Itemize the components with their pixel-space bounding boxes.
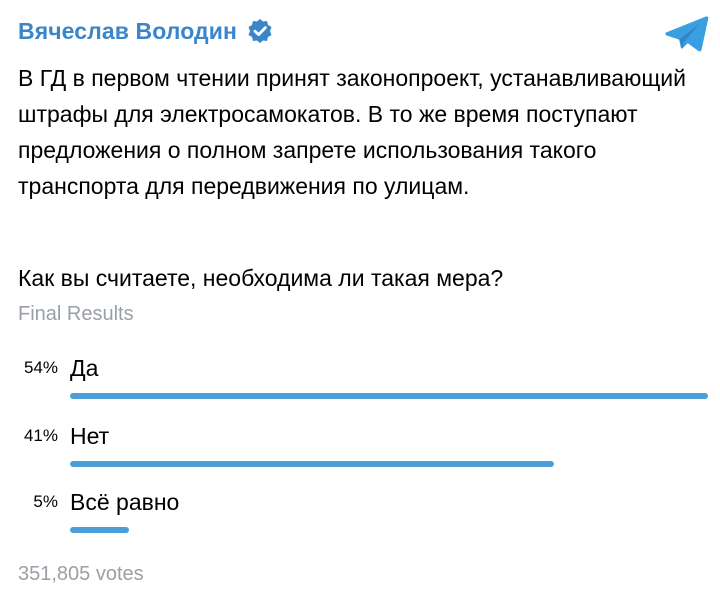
post-text: В ГД в первом чтении принят законопроект… (18, 65, 686, 199)
poll-vote-count: 351,805 votes (18, 563, 144, 585)
poll-option-bar (70, 527, 129, 533)
telegram-icon (664, 14, 710, 54)
poll-question: Как вы считаете, необходима ли такая мер… (18, 265, 504, 291)
poll-status: Final Results (18, 303, 134, 325)
poll-option-vse-ravno[interactable]: 5% Всё равно (0, 486, 720, 546)
poll-option-da[interactable]: 54% Да (0, 352, 720, 412)
poll-option-label: Всё равно (70, 489, 180, 515)
poll-option-bar (70, 461, 554, 467)
verified-badge-icon (247, 18, 273, 44)
poll-option-label: Да (70, 355, 99, 381)
poll-option-net[interactable]: 41% Нет (0, 420, 720, 480)
poll-option-label: Нет (70, 423, 110, 449)
poll-option-percent: 41% (23, 426, 58, 445)
poll-option-percent: 54% (23, 358, 58, 377)
telegram-post-card: Вячеслав Володин В ГД в первом чтении пр… (0, 0, 720, 599)
post-header: Вячеслав Володин (18, 14, 273, 48)
author-name[interactable]: Вячеслав Володин (18, 18, 237, 45)
poll-option-bar (70, 393, 708, 399)
poll-option-percent: 5% (33, 492, 58, 511)
